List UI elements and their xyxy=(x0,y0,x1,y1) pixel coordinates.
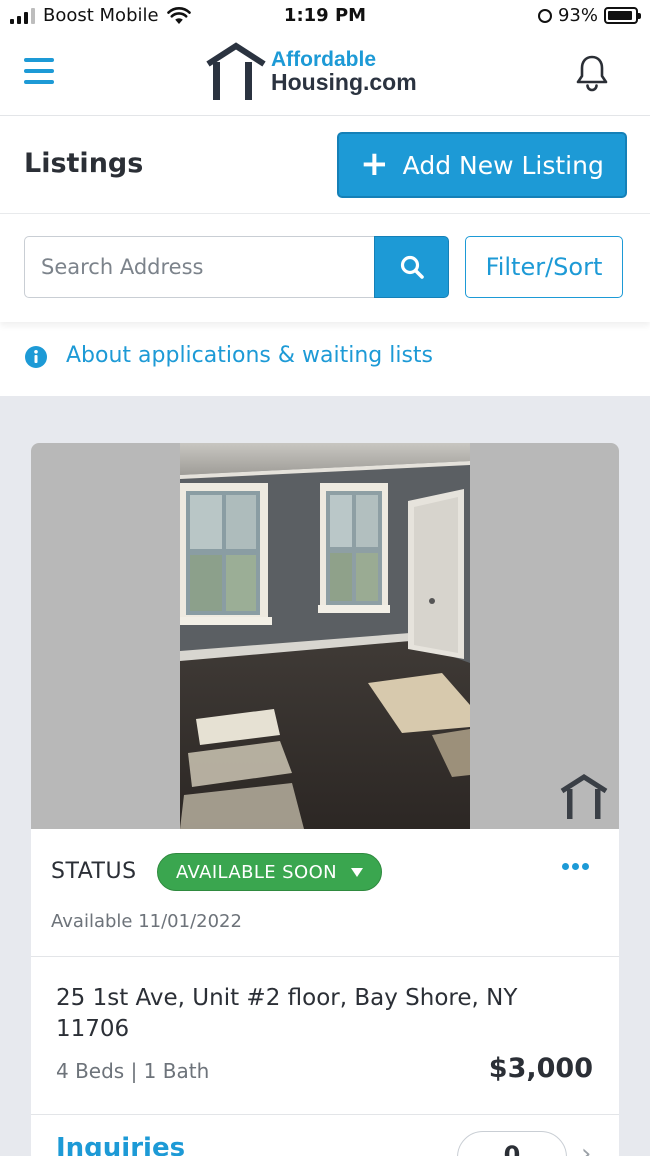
listing-card[interactable]: STATUS AVAILABLE SOON Available 11/01/20… xyxy=(31,443,619,1156)
inquiries-link[interactable]: Inquiries xyxy=(56,1133,185,1156)
search-row: Filter/Sort xyxy=(0,214,650,322)
available-date: Available 11/01/2022 xyxy=(51,911,242,932)
bell-icon[interactable] xyxy=(574,54,610,92)
caret-down-icon xyxy=(351,867,363,877)
alarm-icon xyxy=(537,8,552,23)
more-options-icon[interactable] xyxy=(562,863,589,870)
about-applications-link[interactable]: About applications & waiting lists xyxy=(66,343,433,368)
chevron-right-icon[interactable]: › xyxy=(581,1139,591,1156)
listing-address: 25 1st Ave, Unit #2 floor, Bay Shore, NY… xyxy=(56,985,518,1042)
hamburger-icon[interactable] xyxy=(24,58,54,84)
filter-sort-button[interactable]: Filter/Sort xyxy=(465,236,623,298)
logo-text-top: Affordable xyxy=(271,48,376,72)
house-watermark-icon xyxy=(560,774,608,819)
info-icon xyxy=(25,346,47,368)
status-dropdown[interactable]: AVAILABLE SOON xyxy=(157,853,382,891)
search-icon xyxy=(400,255,424,279)
house-logo-icon xyxy=(206,42,266,100)
add-new-listing-button[interactable]: + Add New Listing xyxy=(337,132,627,198)
status-section: STATUS AVAILABLE SOON Available 11/01/20… xyxy=(31,829,619,957)
page-title: Listings xyxy=(24,148,144,179)
inquiries-row[interactable]: Inquiries 0 › xyxy=(31,1115,619,1156)
status-bar-right: 93% xyxy=(537,5,641,26)
battery-percent: 93% xyxy=(557,5,598,26)
info-row: About applications & waiting lists xyxy=(0,322,650,396)
status-value: AVAILABLE SOON xyxy=(176,861,337,883)
listing-photo xyxy=(180,443,470,829)
battery-icon xyxy=(604,7,641,24)
add-new-listing-label: Add New Listing xyxy=(402,150,604,180)
plus-icon: + xyxy=(360,143,389,184)
app-header: Affordable Housing.com xyxy=(0,34,650,116)
listing-photo-area[interactable] xyxy=(31,443,619,829)
address-section: 25 1st Ave, Unit #2 floor, Bay Shore, NY… xyxy=(31,957,619,1115)
search-button[interactable] xyxy=(374,236,449,298)
status-bar: Boost Mobile 1:19 PM 93% xyxy=(0,0,650,34)
status-label: STATUS xyxy=(51,859,137,884)
inquiries-count: 0 xyxy=(457,1131,567,1156)
beds-baths: 4 Beds | 1 Bath xyxy=(56,1059,210,1083)
logo-text-bottom: Housing.com xyxy=(271,69,417,96)
site-logo[interactable]: Affordable Housing.com xyxy=(205,42,417,102)
listings-bar: Listings + Add New Listing xyxy=(0,116,650,214)
listing-price: $3,000 xyxy=(488,1053,593,1084)
search-address-input[interactable] xyxy=(24,236,375,298)
battery-level xyxy=(608,11,633,20)
